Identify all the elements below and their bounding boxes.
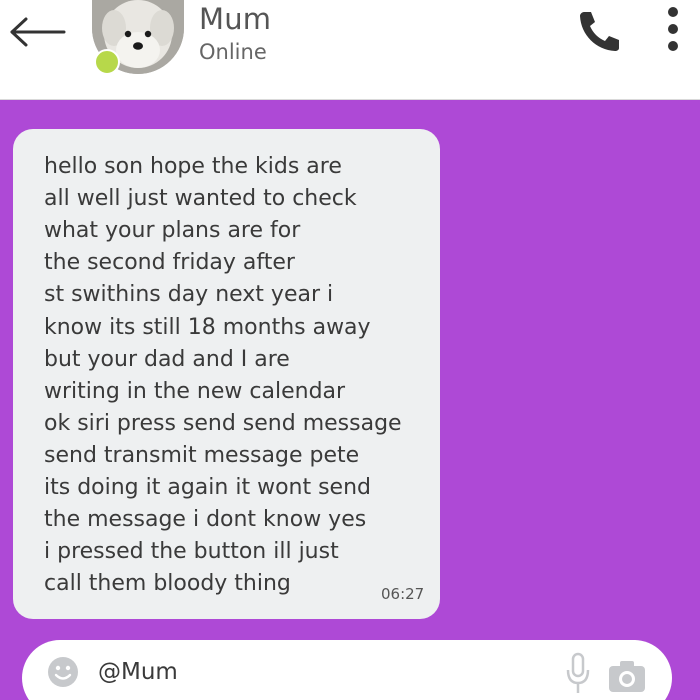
microphone-icon (566, 652, 590, 693)
message-line: ok siri press send send message (44, 411, 402, 436)
message-line: writing in the new calendar (44, 379, 346, 404)
message-line: call them bloody thing (44, 571, 291, 596)
chat-header: Mum Online (0, 0, 700, 100)
message-line: st swithins day next year i (44, 282, 334, 307)
message-line: send transmit message pete (44, 443, 360, 468)
contact-avatar-container[interactable] (92, 0, 184, 75)
message-timestamp: 06:27 (381, 585, 425, 603)
more-vertical-icon (668, 7, 678, 51)
camera-button[interactable] (607, 658, 647, 694)
message-input[interactable]: @Mum (98, 659, 178, 685)
emoji-icon (48, 657, 78, 687)
call-button[interactable] (574, 8, 622, 52)
message-line: all well just wanted to check (44, 186, 357, 211)
message-line: hello son hope the kids are (44, 154, 342, 179)
message-bubble[interactable]: hello son hope the kids are all well jus… (13, 129, 440, 619)
contact-status: Online (199, 40, 267, 64)
message-composer[interactable]: @Mum (22, 640, 672, 700)
camera-icon (609, 661, 645, 692)
message-line: know its still 18 months away (44, 315, 371, 340)
message-line: the message i dont know yes (44, 507, 367, 532)
contact-name[interactable]: Mum (199, 2, 271, 36)
phone-icon (580, 12, 619, 51)
message-line: its doing it again it wont send (44, 475, 371, 500)
message-line: but your dad and I are (44, 347, 290, 372)
emoji-button[interactable] (47, 656, 79, 688)
back-button[interactable] (6, 10, 68, 54)
online-status-dot (94, 49, 120, 75)
message-line: what your plans are for (44, 218, 301, 243)
more-options-button[interactable] (660, 4, 686, 54)
message-line: i pressed the button ill just (44, 539, 339, 564)
arrow-left-icon (10, 17, 66, 47)
voice-button[interactable] (565, 652, 591, 696)
message-line: the second friday after (44, 250, 295, 275)
